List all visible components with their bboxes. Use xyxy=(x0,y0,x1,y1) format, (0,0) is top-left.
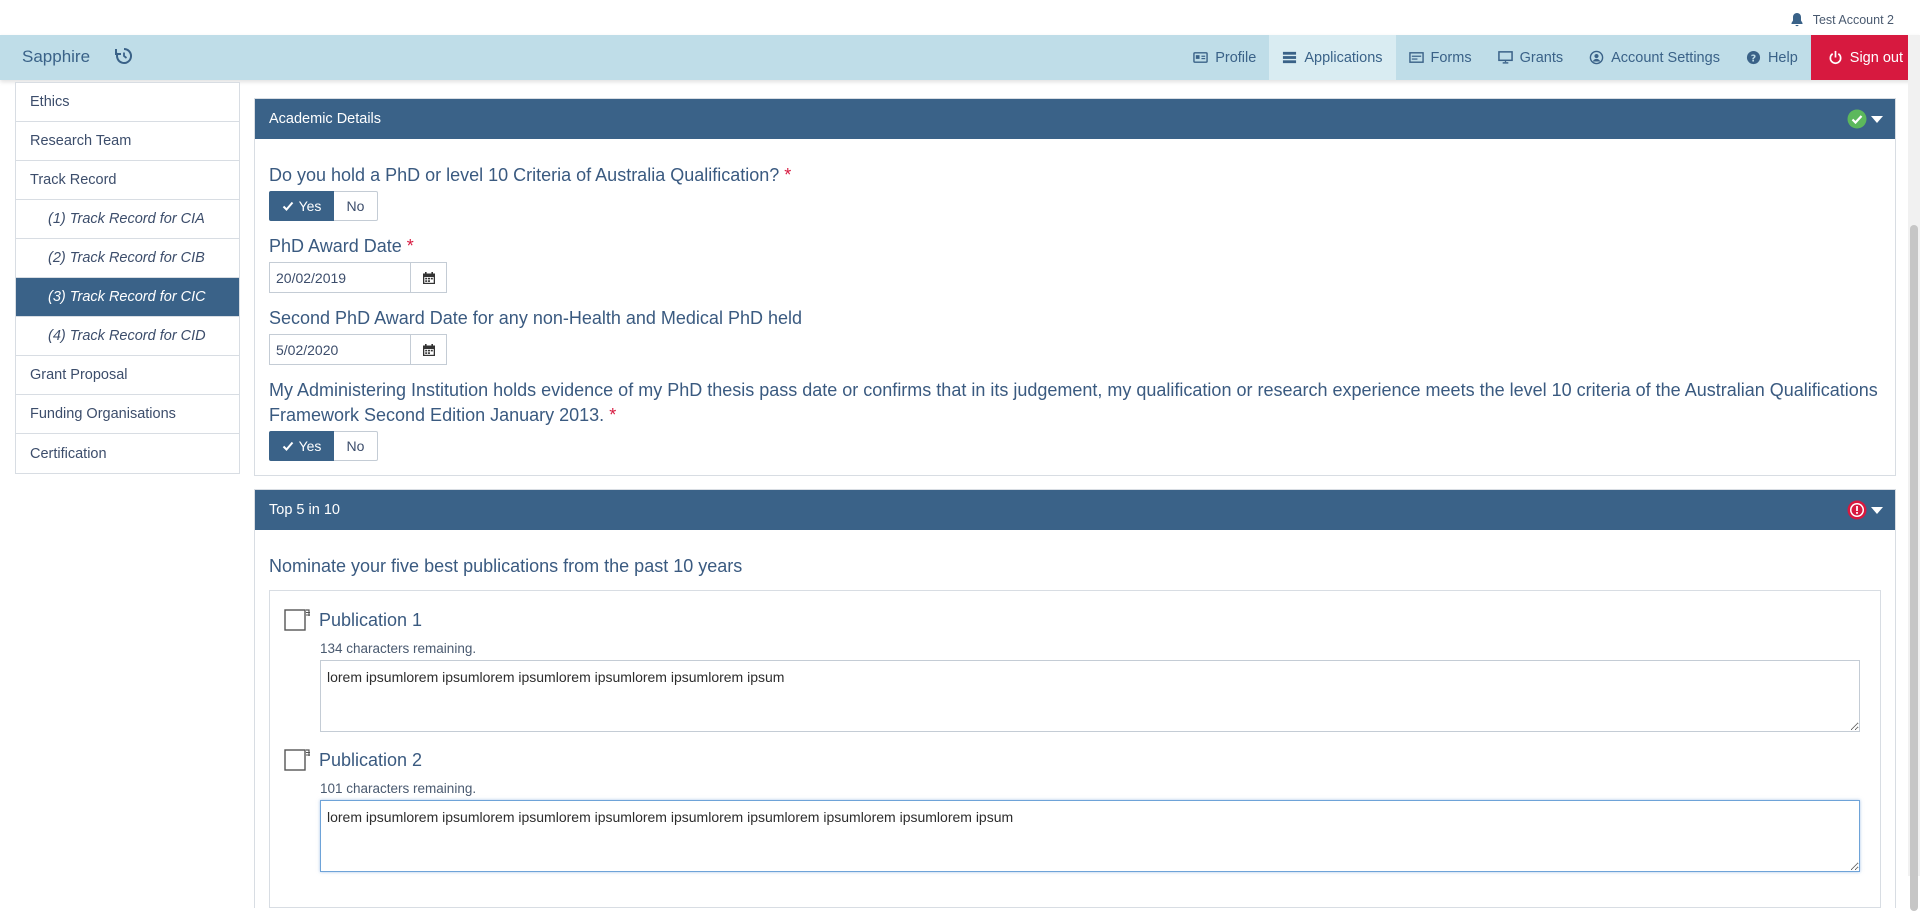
institution-evidence-text: My Administering Institution holds evide… xyxy=(269,380,1878,425)
sign-out-label: Sign out xyxy=(1849,49,1903,66)
id-card-icon xyxy=(1193,52,1208,63)
main-content: Academic Details Do you hold a PhD or le… xyxy=(254,98,1896,921)
top5-title: Top 5 in 10 xyxy=(269,502,340,518)
scrollbar-thumb[interactable] xyxy=(1910,225,1918,911)
collapse-caret-icon[interactable] xyxy=(1871,507,1883,514)
sign-out-button[interactable]: Sign out xyxy=(1810,35,1920,80)
second-award-date-input[interactable] xyxy=(269,334,411,365)
monitor-icon xyxy=(1497,51,1513,64)
calendar-icon xyxy=(422,271,435,284)
calendar-icon xyxy=(422,343,435,356)
publication-title: Publication 2 xyxy=(319,749,423,770)
nav-account-settings-label: Account Settings xyxy=(1611,49,1720,66)
characters-remaining: 101 characters remaining. xyxy=(320,781,477,796)
power-icon xyxy=(1829,50,1842,65)
award-date-field xyxy=(269,262,1881,293)
form-icon xyxy=(1408,52,1424,63)
evidence-yes-label: Yes xyxy=(298,438,322,454)
list-icon xyxy=(1283,51,1297,64)
phd-toggle: Yes No xyxy=(269,191,1881,221)
publications-list: Publication 1 134 characters remaining. … xyxy=(269,590,1881,908)
nav-profile[interactable]: Profile xyxy=(1180,35,1269,80)
collapse-caret-icon[interactable] xyxy=(1871,116,1883,123)
check-circle-icon xyxy=(1847,109,1867,129)
evidence-no-button[interactable]: No xyxy=(334,431,378,461)
nav-grants[interactable]: Grants xyxy=(1485,35,1577,80)
nav-forms-label: Forms xyxy=(1430,49,1472,66)
evidence-yes-button[interactable]: Yes xyxy=(269,431,334,461)
nav-forms[interactable]: Forms xyxy=(1396,35,1485,80)
academic-details-title: Academic Details xyxy=(269,111,382,127)
top-strip: Test Account 2 xyxy=(0,0,1920,35)
account-menu[interactable]: Test Account 2 xyxy=(1789,12,1894,28)
top5-intro: Nominate your five best publications fro… xyxy=(269,556,743,576)
sidebar-item-certification[interactable]: Certification xyxy=(16,434,239,473)
second-award-date-calendar-button[interactable] xyxy=(411,334,447,365)
page-scrollbar[interactable] xyxy=(1908,35,1920,911)
top5-panel: Top 5 in 10 Nominate your five best publ… xyxy=(254,489,1896,908)
sidebar-item-research-team[interactable]: Research Team xyxy=(16,122,239,161)
second-award-date-field xyxy=(269,334,1881,365)
publication-item: Publication 1 134 characters remaining. … xyxy=(284,609,1866,737)
publication-item: Publication 2 101 characters remaining. … xyxy=(284,749,1866,877)
required-mark: * xyxy=(784,165,792,185)
sidebar-item-track-record-cia[interactable]: (1) Track Record for CIA xyxy=(16,200,239,239)
nav-help-label: Help xyxy=(1767,49,1798,66)
required-mark: * xyxy=(406,236,414,256)
phd-yes-button[interactable]: Yes xyxy=(269,191,334,221)
check-icon xyxy=(282,441,293,451)
sidebar-item-track-record-cid[interactable]: (4) Track Record for CID xyxy=(16,317,239,356)
phd-question: Do you hold a PhD or level 10 Criteria o… xyxy=(269,163,1881,188)
evidence-toggle: Yes No xyxy=(269,431,1881,461)
phd-no-button[interactable]: No xyxy=(334,191,378,221)
sidebar: Ethics Research Team Track Record (1) Tr… xyxy=(15,82,240,474)
publication-2-textarea[interactable]: lorem ipsumlorem ipsumlorem ipsumlorem i… xyxy=(320,800,1860,872)
sidebar-item-grant-proposal[interactable]: Grant Proposal xyxy=(16,356,239,395)
award-date-label: PhD Award Date xyxy=(269,236,402,256)
question-icon: ? xyxy=(1746,50,1761,64)
nav-account-settings[interactable]: Account Settings xyxy=(1576,35,1733,80)
nav-grants-label: Grants xyxy=(1519,49,1564,66)
bell-icon xyxy=(1791,13,1803,27)
publication-1-textarea[interactable]: lorem ipsumlorem ipsumlorem ipsumlorem i… xyxy=(320,660,1860,732)
award-date-input[interactable] xyxy=(269,262,411,293)
sidebar-item-funding-organisations[interactable]: Funding Organisations xyxy=(16,395,239,434)
navbar: Sapphire Profile Applications Forms Gran… xyxy=(0,35,1920,80)
sidebar-item-track-record[interactable]: Track Record xyxy=(16,161,239,200)
history-icon[interactable] xyxy=(114,46,134,66)
phd-yes-label: Yes xyxy=(298,198,322,214)
sidebar-item-track-record-cib[interactable]: (2) Track Record for CIB xyxy=(16,239,239,278)
award-date-calendar-button[interactable] xyxy=(411,262,447,293)
phd-question-text: Do you hold a PhD or level 10 Criteria o… xyxy=(269,165,780,185)
sidebar-item-track-record-cic[interactable]: (3) Track Record for CIC xyxy=(16,278,239,317)
account-name: Test Account 2 xyxy=(1812,13,1894,27)
nav-applications-label: Applications xyxy=(1304,49,1383,66)
top5-header[interactable]: Top 5 in 10 xyxy=(255,490,1895,530)
document-icon xyxy=(284,749,310,771)
academic-details-panel: Academic Details Do you hold a PhD or le… xyxy=(254,98,1896,476)
svg-text:?: ? xyxy=(1751,53,1756,64)
academic-details-header[interactable]: Academic Details xyxy=(255,99,1895,139)
institution-evidence-question: My Administering Institution holds evide… xyxy=(269,378,1881,428)
check-icon xyxy=(282,201,293,211)
required-mark: * xyxy=(609,405,617,425)
award-date-question: PhD Award Date * xyxy=(269,234,1881,259)
second-award-date-question: Second PhD Award Date for any non-Health… xyxy=(269,308,802,328)
publication-title: Publication 1 xyxy=(319,609,423,630)
user-circle-icon xyxy=(1589,50,1604,65)
brand-logo[interactable]: Sapphire xyxy=(22,47,90,67)
error-circle-icon xyxy=(1847,500,1867,520)
nav-help[interactable]: ? Help xyxy=(1733,35,1811,80)
document-icon xyxy=(284,609,310,631)
nav-applications[interactable]: Applications xyxy=(1269,35,1396,80)
nav-profile-label: Profile xyxy=(1215,49,1257,66)
sidebar-item-ethics[interactable]: Ethics xyxy=(16,83,239,122)
characters-remaining: 134 characters remaining. xyxy=(320,641,477,656)
